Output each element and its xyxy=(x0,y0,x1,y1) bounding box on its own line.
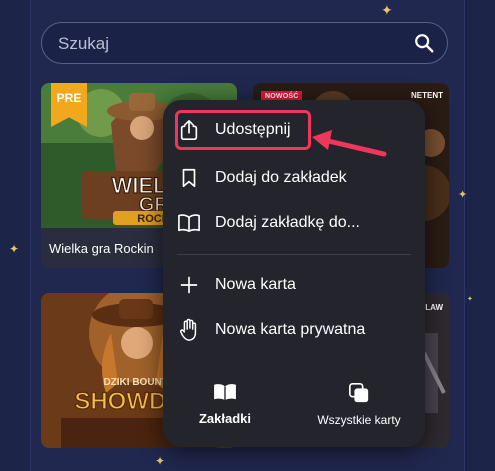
provider-label: NETENT xyxy=(411,91,443,100)
menu-item-new-tab[interactable]: Nowa karta xyxy=(177,268,296,302)
annotation-arrow xyxy=(312,130,387,157)
search-icon[interactable] xyxy=(413,32,435,54)
menu-item-label: Dodaj zakładkę do... xyxy=(215,214,360,231)
menu-item-label: Dodaj do zakładek xyxy=(215,169,347,186)
star-decoration: ✦ xyxy=(9,242,20,256)
open-book-icon xyxy=(177,211,201,235)
menu-item-add-bookmark-to[interactable]: Dodaj zakładkę do... xyxy=(177,206,360,240)
bookmark-icon xyxy=(177,166,201,190)
tab-bookmarks[interactable]: Zakładki xyxy=(195,382,255,426)
menu-item-label: Nowa karta prywatna xyxy=(215,321,366,338)
tab-all-tabs[interactable]: Wszystkie karty xyxy=(303,382,415,427)
star-decoration: ✦ xyxy=(155,454,166,468)
menu-item-new-private-tab[interactable]: Nowa karta prywatna xyxy=(177,313,365,347)
star-decoration: ✦ xyxy=(467,296,473,303)
menu-item-label: Udostępnij xyxy=(215,121,291,138)
share-icon xyxy=(177,118,201,142)
search-bar[interactable]: Szukaj xyxy=(41,22,448,64)
hand-icon xyxy=(177,318,201,342)
tab-label: Wszystkie karty xyxy=(317,413,401,427)
search-input[interactable]: Szukaj xyxy=(58,34,109,54)
tabs-icon xyxy=(349,383,369,403)
tab-label: Zakładki xyxy=(198,411,252,426)
menu-item-label: Nowa karta xyxy=(215,276,296,293)
star-decoration: ✦ xyxy=(458,189,468,201)
menu-item-share[interactable]: Udostępnij xyxy=(177,113,291,147)
star-decoration: ✦ xyxy=(381,2,393,18)
plus-icon xyxy=(177,273,201,297)
menu-divider xyxy=(177,254,411,255)
game-title: Wielka gra Rockin xyxy=(49,241,154,256)
provider-label: LAW xyxy=(425,303,443,312)
bookmarks-book-icon xyxy=(214,384,236,401)
